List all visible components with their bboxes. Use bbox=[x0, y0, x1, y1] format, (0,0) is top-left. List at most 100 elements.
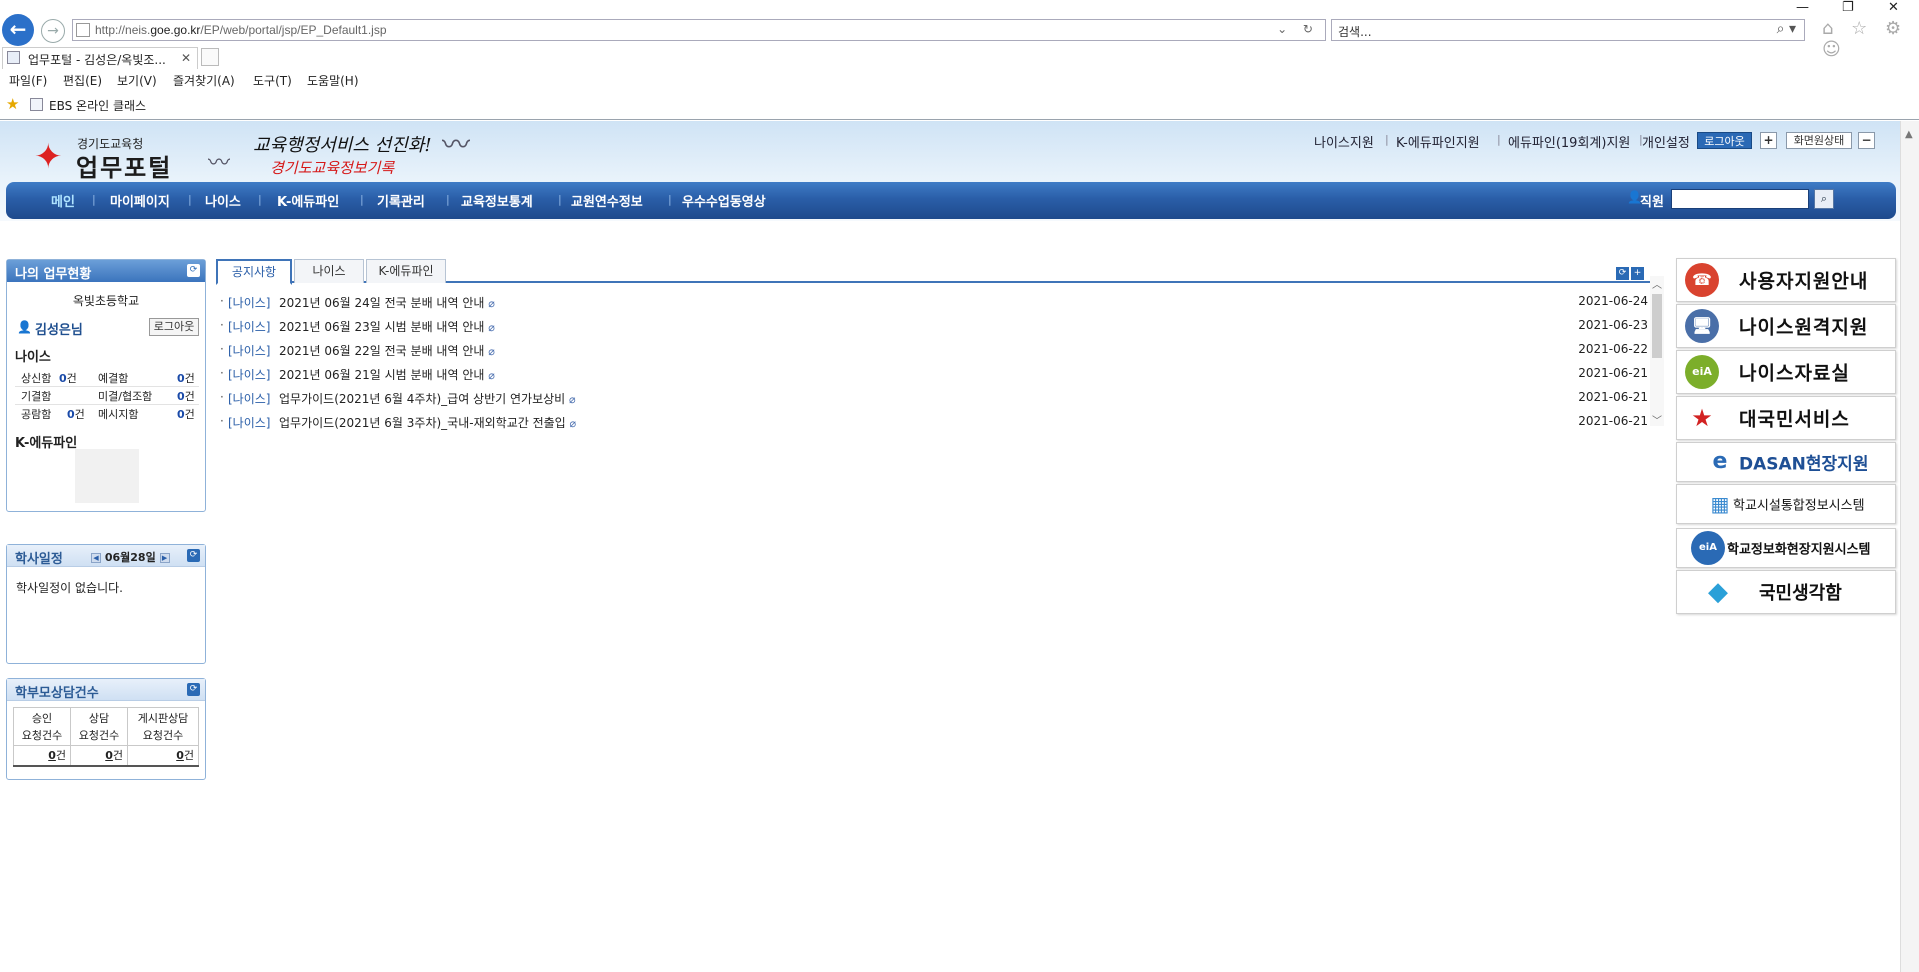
restore-button[interactable]: ❐ bbox=[1842, 0, 1854, 15]
gnb-statistics[interactable]: 교육정보통계 bbox=[461, 191, 533, 210]
stat-count[interactable]: 0건 bbox=[59, 370, 77, 386]
logo-title[interactable]: 업무포털 bbox=[76, 148, 172, 183]
banner-school-facilities[interactable]: ▦ 학교시설통합정보시스템 bbox=[1676, 484, 1896, 524]
minimize-button[interactable]: — bbox=[1796, 0, 1809, 15]
notice-title[interactable]: 2021년 06월 21일 시범 분배 내역 안내 ⌀ bbox=[279, 366, 495, 383]
gnb-neis[interactable]: 나이스 bbox=[205, 191, 241, 210]
address-bar[interactable]: http://neis.goe.go.kr/EP/web/portal/jsp/… bbox=[72, 19, 1326, 41]
top-link-settings[interactable]: 개인설정 bbox=[1642, 132, 1690, 151]
stat-label[interactable]: 공람함 bbox=[21, 406, 51, 422]
tab-neis[interactable]: 나이스 bbox=[294, 259, 364, 283]
stat-label[interactable]: 기결함 bbox=[21, 388, 51, 404]
gnb-mypage[interactable]: 마이페이지 bbox=[110, 191, 170, 210]
staff-search-button[interactable]: ⌕ bbox=[1814, 189, 1834, 209]
refresh-icon[interactable]: ⟳ bbox=[187, 683, 200, 696]
search-icon[interactable]: ⌕ ▾ bbox=[1777, 21, 1796, 37]
reset-screen-button[interactable]: 화면원상태 bbox=[1786, 132, 1852, 149]
side-logout-button[interactable]: 로그아웃 bbox=[149, 318, 199, 336]
top-link-neis-support[interactable]: 나이스지원 bbox=[1314, 132, 1374, 151]
notice-category[interactable]: [나이스] bbox=[228, 342, 270, 359]
home-favorites-settings-icon[interactable]: ⌂ ☆ ⚙ ☺ bbox=[1822, 18, 1919, 60]
notice-scrollbar[interactable]: ︿ ﹀ bbox=[1650, 276, 1664, 427]
gnb-main[interactable]: 메인 bbox=[51, 191, 75, 210]
goe-logo-icon[interactable]: ✦ bbox=[34, 137, 63, 177]
back-button[interactable]: ← bbox=[2, 14, 34, 46]
staff-search-input[interactable] bbox=[1671, 189, 1809, 209]
stat-label[interactable]: 메시지함 bbox=[98, 406, 138, 422]
address-url[interactable]: http://neis.goe.go.kr/EP/web/portal/jsp/… bbox=[95, 23, 387, 37]
stat-label[interactable]: 예결함 bbox=[98, 370, 128, 386]
refresh-icon[interactable]: ⌄ ↻ bbox=[1277, 22, 1319, 36]
banner-dasan[interactable]: e DASAN현장지원 bbox=[1676, 442, 1896, 482]
stat-label[interactable]: 미결/협조함 bbox=[98, 388, 152, 404]
notice-category[interactable]: [나이스] bbox=[228, 414, 270, 431]
list-item[interactable]: · [나이스] 업무가이드(2021년 6월 3주차)_국내-재외학교간 전출입… bbox=[216, 412, 1650, 432]
banner-neis-library[interactable]: eiA 나이스자료실 bbox=[1676, 350, 1896, 394]
menu-edit[interactable]: 편집(E) bbox=[63, 72, 102, 89]
banner-user-support[interactable]: ☎ 사용자지원안내 bbox=[1676, 258, 1896, 302]
chevron-down-icon[interactable]: ﹀ bbox=[1652, 412, 1662, 427]
notice-category[interactable]: [나이스] bbox=[228, 366, 270, 383]
menu-tools[interactable]: 도구(T) bbox=[253, 72, 292, 89]
tab-notices[interactable]: 공지사항 bbox=[216, 259, 292, 285]
banner-public-idea[interactable]: ◆ 국민생각함 bbox=[1676, 570, 1896, 614]
list-item[interactable]: · [나이스] 2021년 06월 22일 전국 분배 내역 안내 ⌀ 2021… bbox=[216, 340, 1650, 360]
user-name[interactable]: 김성은님 bbox=[35, 319, 83, 338]
menu-favorites[interactable]: 즐겨찾기(A) bbox=[173, 72, 235, 89]
next-day-icon[interactable]: ▶ bbox=[159, 553, 170, 563]
favorite-link-ebs[interactable]: EBS 온라인 클래스 bbox=[49, 97, 146, 114]
page-scrollbar[interactable]: ▲ bbox=[1900, 121, 1919, 972]
refresh-icon[interactable]: ⟳ bbox=[1616, 267, 1629, 280]
list-item[interactable]: · [나이스] 업무가이드(2021년 6월 4주차)_급여 상반기 연가보상비… bbox=[216, 388, 1650, 408]
chevron-up-icon[interactable]: ︿ bbox=[1652, 276, 1662, 291]
prev-day-icon[interactable]: ◀ bbox=[91, 553, 101, 563]
menu-help[interactable]: 도움말(H) bbox=[307, 72, 359, 89]
gnb-videos[interactable]: 우수수업동영상 bbox=[682, 191, 766, 210]
banner-school-it-support[interactable]: eiA 학교정보화현장지원시스템 bbox=[1676, 528, 1896, 568]
forward-button[interactable]: → bbox=[41, 19, 65, 43]
close-tab-icon[interactable]: ✕ bbox=[181, 51, 191, 65]
top-link-edufine19-support[interactable]: 에듀파인(19회계)지원 bbox=[1508, 132, 1630, 151]
notice-title[interactable]: 업무가이드(2021년 6월 3주차)_국내-재외학교간 전출입 ⌀ bbox=[279, 414, 576, 431]
notice-title[interactable]: 2021년 06월 23일 시범 분배 내역 안내 ⌀ bbox=[279, 318, 495, 335]
list-item[interactable]: · [나이스] 2021년 06월 23일 시범 분배 내역 안내 ⌀ 2021… bbox=[216, 316, 1650, 336]
gnb-records[interactable]: 기록관리 bbox=[377, 191, 425, 210]
menu-file[interactable]: 파일(F) bbox=[9, 72, 47, 89]
browser-tab[interactable]: 업무포털 - 김성은/옥빛조... ✕ bbox=[2, 47, 198, 69]
list-item[interactable]: · [나이스] 2021년 06월 21일 시범 분배 내역 안내 ⌀ 2021… bbox=[216, 364, 1650, 384]
banner-public-service[interactable]: ★ 대국민서비스 bbox=[1676, 396, 1896, 440]
menu-view[interactable]: 보기(V) bbox=[117, 72, 157, 89]
stat-count[interactable]: 0건 bbox=[177, 370, 195, 386]
notice-title[interactable]: 업무가이드(2021년 6월 4주차)_급여 상반기 연가보상비 ⌀ bbox=[279, 390, 576, 407]
list-item[interactable]: · [나이스] 2021년 06월 24일 전국 분배 내역 안내 ⌀ 2021… bbox=[216, 292, 1650, 312]
stat-count[interactable]: 0건 bbox=[67, 406, 85, 422]
gnb-training[interactable]: 교원연수정보 bbox=[571, 191, 643, 210]
notice-category[interactable]: [나이스] bbox=[228, 390, 270, 407]
banner-neis-remote[interactable]: 🖥 나이스원격지원 bbox=[1676, 304, 1896, 348]
scroll-up-icon[interactable]: ▲ bbox=[1905, 129, 1913, 140]
browser-search-box[interactable]: 검색... ⌕ ▾ bbox=[1331, 19, 1805, 41]
favorites-star-icon[interactable]: ★ bbox=[6, 95, 19, 113]
stat-label[interactable]: 상신함 bbox=[21, 370, 51, 386]
notice-title[interactable]: 2021년 06월 22일 전국 분배 내역 안내 ⌀ bbox=[279, 342, 495, 359]
stat-count[interactable]: 0건 bbox=[177, 406, 195, 422]
notice-category[interactable]: [나이스] bbox=[228, 294, 270, 311]
count-cell[interactable]: 0건 bbox=[70, 745, 129, 767]
count-cell[interactable]: 0건 bbox=[127, 745, 199, 767]
notice-category[interactable]: [나이스] bbox=[228, 318, 270, 335]
zoom-in-button[interactable]: + bbox=[1760, 132, 1777, 149]
zoom-out-button[interactable]: − bbox=[1858, 132, 1875, 149]
top-link-kedufine-support[interactable]: K-에듀파인지원 bbox=[1396, 132, 1480, 151]
more-icon[interactable]: + bbox=[1631, 267, 1644, 280]
scroll-thumb[interactable] bbox=[1652, 294, 1662, 358]
new-tab-button[interactable] bbox=[201, 48, 219, 66]
refresh-icon[interactable]: ⟳ bbox=[187, 264, 200, 277]
logout-button[interactable]: 로그아웃 bbox=[1697, 132, 1752, 149]
tab-kedufine[interactable]: K-에듀파인 bbox=[366, 259, 446, 283]
refresh-icon[interactable]: ⟳ bbox=[187, 549, 200, 562]
stat-count[interactable]: 0건 bbox=[177, 388, 195, 404]
count-cell[interactable]: 0건 bbox=[12, 745, 72, 767]
gnb-kedufine[interactable]: K-에듀파인 bbox=[277, 191, 339, 210]
close-window-button[interactable]: ✕ bbox=[1888, 0, 1899, 15]
notice-title[interactable]: 2021년 06월 24일 전국 분배 내역 안내 ⌀ bbox=[279, 294, 495, 311]
